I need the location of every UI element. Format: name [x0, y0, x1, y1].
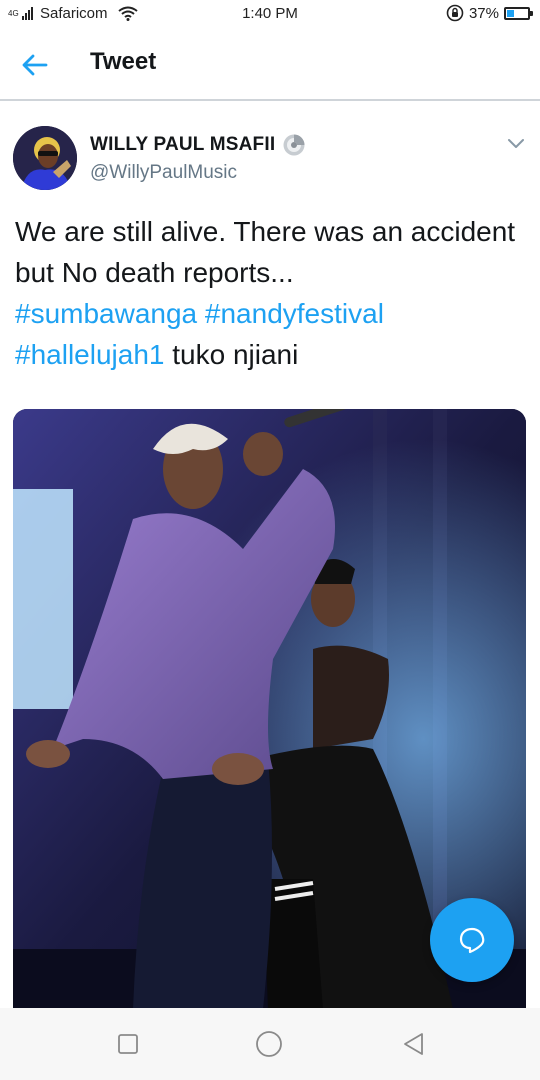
back-button[interactable] — [18, 48, 52, 82]
recent-apps-button[interactable] — [112, 1028, 144, 1060]
avatar-image — [13, 126, 77, 190]
recent-apps-icon — [118, 1034, 138, 1054]
disc-badge-icon — [283, 134, 305, 156]
hashtag-link[interactable]: #nandyfestival — [205, 298, 384, 329]
system-back-button[interactable] — [398, 1028, 430, 1060]
hashtag-link[interactable]: #sumbawanga — [15, 298, 197, 329]
author-name[interactable]: WILLY PAUL MSAFII — [90, 134, 275, 156]
hashtag-link[interactable]: #hallelujah1 — [15, 339, 164, 370]
tweet-text-tail: tuko njiani — [172, 339, 299, 370]
tweet-screen: 4G Safaricom 1:40 PM 37% Tweet WILLY PAU… — [0, 0, 540, 1080]
battery-percent: 37% — [468, 4, 499, 22]
wifi-icon — [117, 6, 138, 21]
page-title: Tweet — [90, 48, 157, 75]
app-header: Tweet — [0, 28, 540, 101]
carrier-name: Safaricom — [40, 5, 108, 22]
avatar[interactable] — [13, 126, 77, 190]
author-handle[interactable]: @WillyPaulMusic — [90, 162, 237, 184]
status-left: 4G Safaricom — [8, 5, 138, 22]
arrow-left-icon — [22, 54, 48, 76]
home-icon — [256, 1031, 282, 1057]
status-bar: 4G Safaricom 1:40 PM 37% — [0, 0, 540, 28]
network-badge: 4G — [8, 8, 19, 18]
tweet-text-body: We are still alive. There was an acciden… — [15, 216, 516, 288]
rotation-lock-icon — [446, 4, 464, 22]
system-nav-bar — [0, 1008, 540, 1080]
battery-icon — [504, 6, 533, 20]
back-triangle-icon — [404, 1033, 423, 1055]
tweet-text: We are still alive. There was an acciden… — [15, 211, 530, 375]
status-right: 37% — [446, 4, 533, 22]
reply-button[interactable] — [430, 898, 514, 982]
tweet-menu-button[interactable] — [503, 130, 529, 156]
home-button[interactable] — [253, 1028, 285, 1060]
battery-level — [507, 9, 514, 17]
reply-bubble-icon — [459, 927, 485, 954]
signal-icon — [22, 7, 33, 20]
chevron-down-icon — [508, 139, 524, 148]
